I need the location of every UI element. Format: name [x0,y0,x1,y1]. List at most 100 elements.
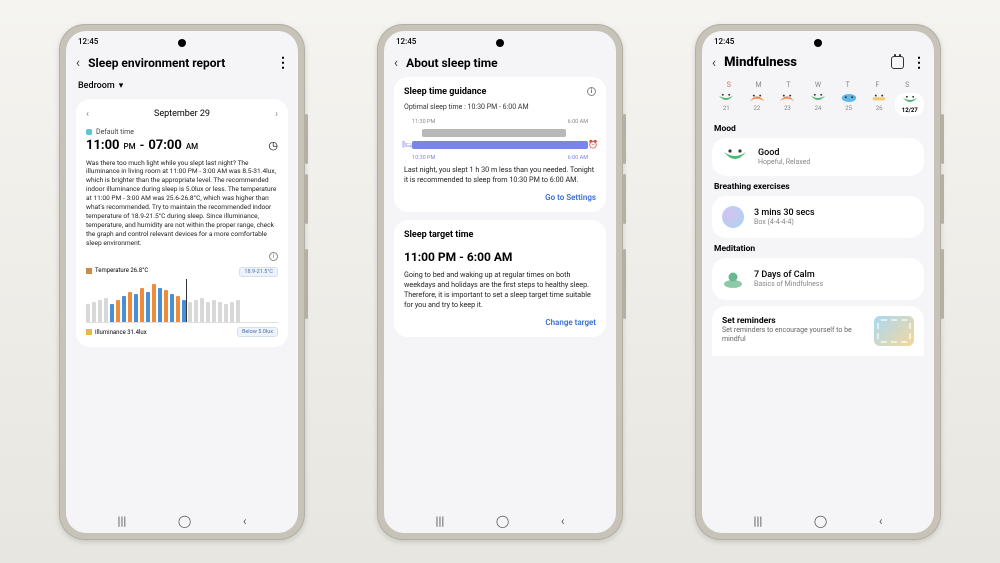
mood-day[interactable]: 12/27 [895,93,924,116]
reminders-sub: Set reminders to encourage yourself to b… [722,326,866,344]
camera-cutout [178,39,186,47]
chart-bar [158,288,162,322]
page-title: About sleep time [406,56,606,70]
calendar-icon[interactable] [891,56,904,69]
actual-sleep-bar [422,129,566,137]
chart-bar [230,302,234,322]
chart-bar [206,302,210,322]
reminders-title: Set reminders [722,316,866,326]
chart-bar [98,300,102,322]
mood-card[interactable]: Good Hopeful, Relaxed [712,138,924,176]
nav-home[interactable]: ◯ [496,514,509,528]
illum-range-badge: Below 5.0lux [237,327,278,337]
chart-bar [146,292,150,322]
room-selector[interactable]: Bedroom ▾ [76,77,288,99]
nav-recents[interactable]: ||| [436,514,445,528]
default-time-label: Default time [96,128,134,136]
report-card: ‹ September 29 › Default time 11:00 PM -… [76,99,288,348]
reminders-image [874,316,914,346]
weekday-label: W [803,81,833,89]
more-icon[interactable]: ⋮ [276,55,288,71]
chevron-down-icon: ▾ [119,81,124,91]
prev-day-button[interactable]: ‹ [86,109,89,120]
go-to-settings-link[interactable]: Go to Settings [404,193,596,202]
chart-bar [170,294,174,322]
breathing-value: 3 mins 30 secs [754,208,815,218]
more-icon[interactable]: ⋮ [912,55,924,71]
info-icon[interactable]: i [587,87,596,96]
optimal-sleep-bar [412,141,588,149]
mood-day[interactable]: 21 [712,93,741,116]
chart-bar [92,302,96,322]
meditation-label: Meditation [712,244,924,258]
chart-bar [194,300,198,322]
meditation-sub: Basics of Mindfulness [754,280,823,288]
nav-back[interactable]: ‹ [243,514,247,528]
sleep-guidance-chart: 11:30 PM 6:00 AM 🛏 ⏰ 10:30 PM 6:00 AM [404,119,596,155]
target-title: Sleep target time [404,230,473,240]
temp-range-badge: 18.9-21.5°C [239,267,278,277]
guidance-body: Last night, you slept 1 h 30 m less than… [404,165,596,185]
nav-bar: ||| ◯ ‹ [384,509,616,533]
chart-bar [176,296,180,322]
back-icon[interactable]: ‹ [76,55,80,71]
target-body: Going to bed and waking up at regular ti… [404,270,596,310]
nav-recents[interactable]: ||| [754,514,763,528]
breathing-card[interactable]: 3 mins 30 secs Box (4-4-4-4) [712,196,924,238]
breathing-icon [722,206,744,228]
next-day-button[interactable]: › [275,109,278,120]
nav-home[interactable]: ◯ [178,514,191,528]
mood-value: Good [758,148,810,158]
nav-back[interactable]: ‹ [561,514,565,528]
phone-frame-3: 12:45 ‹ Mindfulness ⋮ SMTWTFS 2122232425… [695,24,941,540]
date-label: September 29 [154,109,210,119]
chart-bar [140,288,144,322]
target-time: 11:00 PM - 6:00 AM [404,246,596,270]
chart-bar [134,294,138,322]
chart-now-line [186,279,187,322]
nav-recents[interactable]: ||| [118,514,127,528]
mood-day[interactable]: 26 [865,93,894,116]
chart-bar [122,296,126,322]
clock-icon[interactable]: ◷ [268,139,278,152]
mood-day[interactable]: 22 [743,93,772,116]
reminders-card[interactable]: Set reminders Set reminders to encourage… [712,306,924,356]
back-icon[interactable]: ‹ [394,55,398,71]
chart-bar [164,290,168,322]
page-title: Sleep environment report [88,56,268,70]
mood-day[interactable]: 23 [773,93,802,116]
chart-bar [86,304,90,322]
nav-bar: ||| ◯ ‹ [66,509,298,533]
status-time: 12:45 [78,37,98,46]
chart-bar [110,304,114,322]
back-icon[interactable]: ‹ [712,55,716,71]
default-time-dot [86,129,92,135]
chart-bar [200,298,204,322]
mood-day[interactable]: 24 [804,93,833,116]
mood-sub: Hopeful, Relaxed [758,158,810,166]
time-from: 11:00 [86,138,120,153]
home-icon [86,268,92,274]
meditation-card[interactable]: 7 Days of Calm Basics of Mindfulness [712,258,924,300]
status-time: 12:45 [714,37,734,46]
info-icon[interactable]: i [269,252,278,261]
weekday-label: T [833,81,863,89]
meditation-value: 7 Days of Calm [754,270,823,280]
room-label: Bedroom [78,81,115,91]
mood-week-row[interactable]: 21222324252612/27 [712,91,924,118]
nav-back[interactable]: ‹ [879,514,883,528]
home-icon [86,329,92,335]
report-body: Was there too much light while you slept… [86,159,278,248]
chart-bar [116,300,120,322]
phone-frame-2: 12:45 ‹ About sleep time Sleep time guid… [377,24,623,540]
nav-home[interactable]: ◯ [814,514,827,528]
temp-legend: Temperature 26.8°C [95,267,148,274]
chart-bar [218,302,222,322]
chart-bar [104,298,108,322]
change-target-link[interactable]: Change target [404,318,596,327]
phone-frame-1: 12:45 ‹ Sleep environment report ⋮ Bedro… [59,24,305,540]
optimal-text: Optimal sleep time : 10:30 PM - 6:00 AM [404,103,596,111]
mood-day[interactable]: 25 [834,93,863,116]
page-title: Mindfulness [724,55,883,70]
week-header: SMTWTFS [712,77,924,91]
